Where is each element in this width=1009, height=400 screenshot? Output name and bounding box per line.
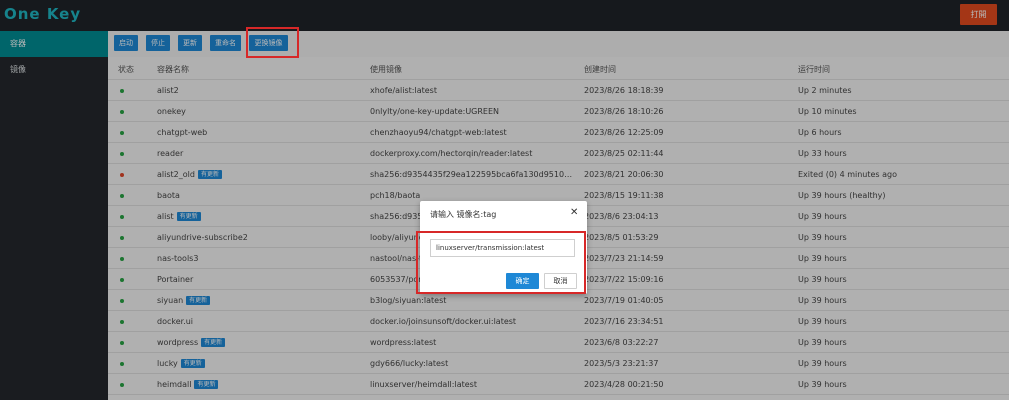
- modal-overlay: [0, 0, 1009, 400]
- change-image-dialog: 请输入 镜像名:tag ✕ 确定 取消: [420, 201, 587, 294]
- confirm-button[interactable]: 确定: [506, 273, 539, 289]
- cancel-button[interactable]: 取消: [544, 273, 577, 289]
- dialog-title: 请输入 镜像名:tag: [430, 210, 497, 219]
- close-icon[interactable]: ✕: [570, 207, 578, 218]
- image-name-input[interactable]: [430, 239, 575, 257]
